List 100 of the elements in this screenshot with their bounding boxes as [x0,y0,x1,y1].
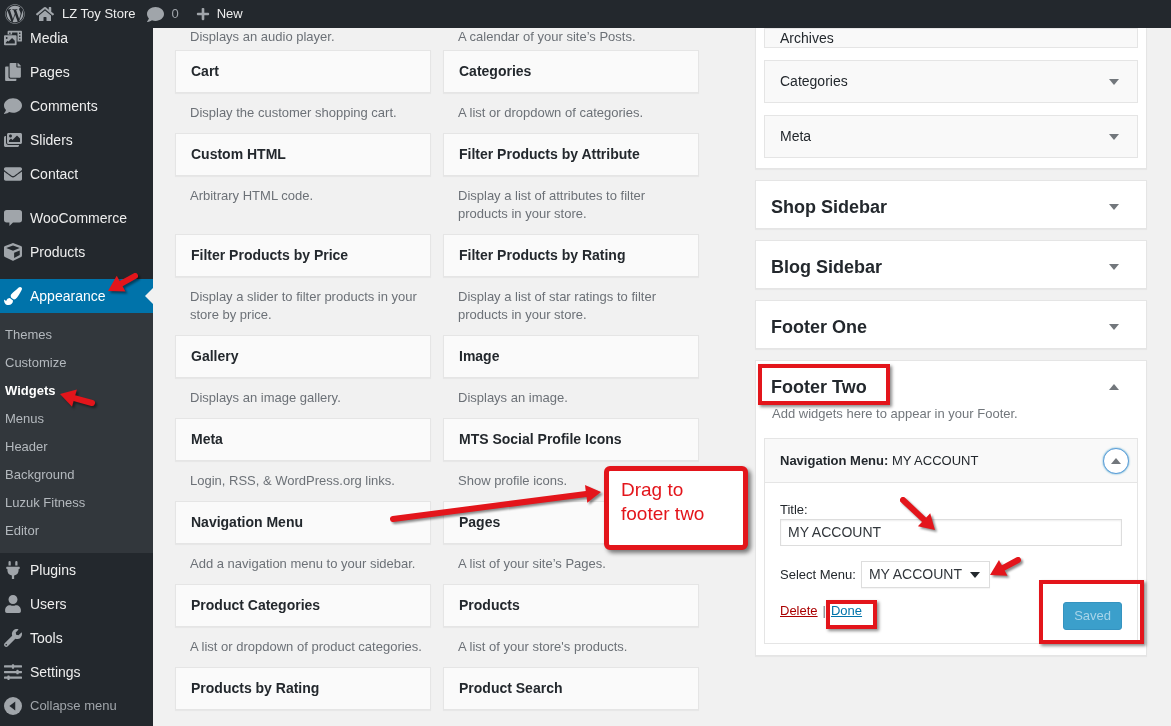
caret-down-icon[interactable] [1109,133,1119,140]
submenu-item[interactable]: Customize [0,349,153,377]
widget-description: A list of your site’s Pages. [458,555,606,573]
photo-video-icon [4,29,22,47]
field-label: Select Menu: [780,565,856,584]
sidebar-menu-item[interactable]: Settings [0,655,153,689]
widget-card[interactable]: Custom HTML [175,133,431,176]
caret-up-icon [1111,457,1121,464]
widget-card[interactable]: Cart [175,50,431,93]
submenu-item[interactable]: Menus [0,405,153,433]
site-name-link[interactable]: LZ Toy Store [36,4,136,24]
widget-description: Display the customer shopping cart. [190,104,397,122]
widget-card[interactable]: Filter Products by Rating [443,234,699,277]
annotation-arrow [108,273,138,292]
widget-description: Show profile icons. [458,472,568,490]
done-link[interactable]: Done [830,602,863,620]
widget-card[interactable]: Gallery [175,335,431,378]
caret-down-icon [969,571,980,578]
home-icon [36,5,54,23]
widget-description: Displays an audio player. [190,28,335,46]
widget-description: Arbitrary HTML code. [190,187,314,205]
caret-down-icon[interactable] [1109,264,1119,270]
annotation-arrow [60,389,95,407]
widget-description: Display a list of star ratings to filter products in your store. [458,288,657,324]
widget-card[interactable]: Filter Products by Attribute [443,133,699,176]
paintbrush-icon [4,287,22,305]
link-separator: | [822,602,826,620]
speech-bubble-icon [147,5,165,23]
annotation-arrow [900,497,935,530]
widget-card[interactable]: Navigation Menu [175,501,431,544]
sidebar-menu-item[interactable]: Sliders [0,123,153,157]
toggle-button[interactable] [1103,447,1129,474]
widget-card[interactable]: Archives [764,28,1138,48]
sidebar-menu-item[interactable]: Tools [0,621,153,655]
delete-link[interactable]: Delete [780,602,818,620]
widget-card[interactable]: Filter Products by Price [175,234,431,277]
wrench-icon [4,629,22,647]
caret-down-icon[interactable] [1109,324,1119,330]
menu-select[interactable]: MY ACCOUNT [860,561,990,588]
widget-area-description: Add widgets here to appear in your Footer. [772,405,1018,423]
user-icon [4,595,22,613]
widget-description: A calendar of your site’s Posts. [458,28,636,46]
widget-title: Meta [780,127,812,146]
widget-card[interactable]: Image [443,335,699,378]
widget-card[interactable]: Categories [764,60,1138,103]
caret-down-icon[interactable] [1109,204,1119,210]
documents-icon [4,63,22,81]
speech-bubble-icon [4,97,22,115]
widget-description: Login, RSS, & WordPress.org links. [190,472,395,490]
sidebar-menu-item[interactable]: Appearance [0,279,153,313]
plug-icon [4,561,22,579]
sidebar-menu-item[interactable]: Plugins [0,553,153,587]
widget-description: Add a navigation menu to your sidebar. [190,555,416,573]
widget-card[interactable]: Products by Rating [175,667,431,710]
title-input[interactable]: MY ACCOUNT [780,519,1122,546]
widget-description: Displays an image. [458,389,568,407]
widget-card[interactable]: Meta [764,115,1138,158]
sidebar-menu-item[interactable]: Pages [0,55,153,89]
caret-down-icon[interactable] [1109,78,1119,85]
sidebar-menu-item[interactable]: Contact [0,157,153,191]
submenu-item[interactable]: Widgets [0,377,153,405]
submenu-item[interactable]: Luzuk Fitness [0,489,153,517]
submenu-item[interactable]: Themes [0,321,153,349]
widget-area-title[interactable]: Footer One [771,316,867,338]
widget-area-title[interactable]: Blog Sidebar [771,256,882,278]
submenu-item[interactable]: Editor [0,517,153,545]
widget-area-title[interactable]: Shop Sidebar [771,196,887,218]
comments-link[interactable]: 0 [147,4,179,24]
new-content-link[interactable]: New [195,4,243,24]
caret-up-icon[interactable] [1109,384,1119,390]
collapse-menu-button[interactable]: Collapse menu [0,689,153,723]
widget-description: A list of your store's products. [458,638,628,656]
sidebar-menu-item[interactable]: Media [0,28,153,55]
cube-icon [4,243,22,261]
widget-description: A list or dropdown of categories. [458,104,643,122]
widget-card[interactable]: MTS Social Profile Icons [443,418,699,461]
sliders-icon [4,663,22,681]
widget-area-title[interactable]: Footer Two [771,376,867,398]
w-logo-icon[interactable] [5,4,25,24]
sidebar-menu-item[interactable]: Users [0,587,153,621]
widget-description: Display a list of attributes to filter products in your store. [458,187,647,223]
images-icon [4,131,22,149]
sidebar-menu-item[interactable]: WooCommerce [0,201,153,235]
submenu-item[interactable]: Header [0,433,153,461]
plus-icon [195,7,210,21]
sidebar-menu-item[interactable]: Products [0,235,153,269]
widget-description: Display a slider to filter products in your store by price. [190,288,418,324]
field-label: Title: [780,501,808,519]
widget-card[interactable]: Product Search [443,667,699,710]
sidebar-menu-item[interactable]: Comments [0,89,153,123]
chat-bubble-icon [4,209,22,227]
envelope-icon [4,165,22,183]
widget-card[interactable]: Meta [175,418,431,461]
widget-card[interactable]: Product Categories [175,584,431,627]
widget-card[interactable]: Categories [443,50,699,93]
widget-title: Navigation Menu: MY ACCOUNT [780,451,979,470]
submenu-item[interactable]: Background [0,461,153,489]
widget-card[interactable]: Products [443,584,699,627]
widget-description: Displays an image gallery. [190,389,341,407]
widget-title: Categories [780,72,848,91]
